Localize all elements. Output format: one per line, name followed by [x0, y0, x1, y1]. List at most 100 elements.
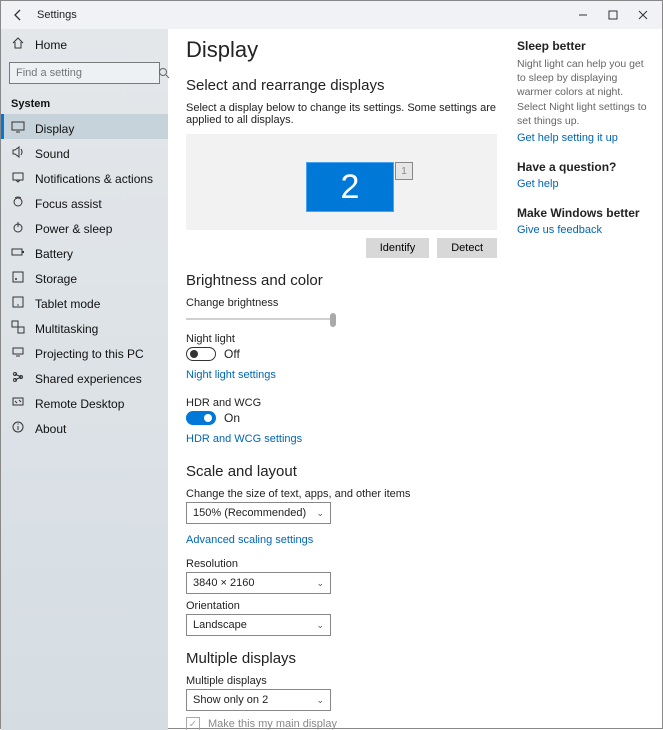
chevron-down-icon: ⌄	[316, 620, 324, 631]
minimize-button[interactable]	[568, 1, 598, 29]
sidebar-item-label: Storage	[35, 272, 77, 286]
brightness-slider[interactable]	[186, 311, 336, 327]
display-arrangement[interactable]: 2 1	[186, 134, 497, 230]
orientation-label: Orientation	[186, 600, 497, 612]
notif-icon	[11, 170, 25, 184]
titlebar: Settings	[1, 1, 662, 29]
sidebar-home[interactable]: Home	[1, 29, 168, 57]
sidebar-item-label: Power & sleep	[35, 222, 112, 236]
hdr-toggle[interactable]	[186, 411, 216, 425]
resolution-label: Resolution	[186, 558, 497, 570]
sidebar-item-label: Sound	[35, 147, 70, 161]
multiple-displays-heading: Multiple displays	[186, 650, 497, 667]
chevron-down-icon: ⌄	[316, 578, 324, 589]
sidebar-item-label: Multitasking	[35, 322, 98, 336]
multitask-icon	[11, 320, 25, 334]
sidebar: Home System Display Sound Notifications & …	[1, 29, 168, 730]
sleep-better-body: Night light can help you get to sleep by…	[517, 57, 654, 128]
sidebar-item-label: Notifications & actions	[35, 172, 153, 186]
sidebar-item-label: Shared experiences	[35, 372, 142, 386]
scale-label: Change the size of text, apps, and other…	[186, 488, 497, 500]
monitor-1[interactable]: 1	[395, 162, 413, 180]
nightlight-settings-link[interactable]: Night light settings	[186, 369, 276, 381]
sidebar-item-shared-experiences[interactable]: Shared experiences	[1, 364, 168, 389]
sidebar-category: System	[1, 92, 168, 114]
sidebar-item-sound[interactable]: Sound	[1, 139, 168, 164]
sidebar-item-label: Battery	[35, 247, 73, 261]
storage-icon	[11, 270, 25, 284]
battery-icon	[11, 245, 25, 259]
orientation-select[interactable]: Landscape ⌄	[186, 614, 331, 636]
about-icon	[11, 420, 25, 434]
hdr-label: HDR and WCG	[186, 397, 497, 409]
page-title: Display	[186, 37, 497, 63]
arrange-desc: Select a display below to change its set…	[186, 102, 497, 126]
sidebar-item-remote-desktop[interactable]: Remote Desktop	[1, 389, 168, 414]
sidebar-item-power-sleep[interactable]: Power & sleep	[1, 214, 168, 239]
project-icon	[11, 345, 25, 359]
windows-better-heading: Make Windows better	[517, 206, 654, 220]
arrange-heading: Select and rearrange displays	[186, 77, 497, 94]
sidebar-home-label: Home	[35, 38, 67, 52]
sidebar-item-focus-assist[interactable]: Focus assist	[1, 189, 168, 214]
aside-panel: Sleep better Night light can help you ge…	[517, 29, 662, 730]
power-icon	[11, 220, 25, 234]
focus-icon	[11, 195, 25, 209]
get-help-link[interactable]: Get help	[517, 178, 559, 190]
multiple-displays-select[interactable]: Show only on 2 ⌄	[186, 689, 331, 711]
sidebar-item-label: Display	[35, 122, 74, 136]
sidebar-item-multitasking[interactable]: Multitasking	[1, 314, 168, 339]
identify-button[interactable]: Identify	[366, 238, 429, 258]
sidebar-item-display[interactable]: Display	[1, 114, 168, 139]
display-icon	[11, 120, 25, 134]
sidebar-item-projecting-to-this-pc[interactable]: Projecting to this PC	[1, 339, 168, 364]
chevron-down-icon: ⌄	[316, 695, 324, 706]
sleep-better-heading: Sleep better	[517, 39, 654, 53]
scale-value: 150% (Recommended)	[193, 507, 306, 519]
main-display-label: Make this my main display	[208, 718, 337, 730]
hdr-state: On	[224, 411, 240, 425]
sidebar-item-battery[interactable]: Battery	[1, 239, 168, 264]
hdr-settings-link[interactable]: HDR and WCG settings	[186, 433, 302, 445]
orientation-value: Landscape	[193, 619, 247, 631]
scale-select[interactable]: 150% (Recommended) ⌄	[186, 502, 331, 524]
tablet-icon	[11, 295, 25, 309]
maximize-button[interactable]	[598, 1, 628, 29]
window-title: Settings	[37, 9, 77, 21]
main-content: Display Select and rearrange displays Se…	[168, 29, 517, 730]
nightlight-label: Night light	[186, 333, 497, 345]
close-button[interactable]	[628, 1, 658, 29]
remote-icon	[11, 395, 25, 409]
question-heading: Have a question?	[517, 160, 654, 174]
search-input[interactable]	[9, 62, 160, 84]
sidebar-item-tablet-mode[interactable]: Tablet mode	[1, 289, 168, 314]
brightness-heading: Brightness and color	[186, 272, 497, 289]
brightness-label: Change brightness	[186, 297, 497, 309]
sidebar-item-about[interactable]: About	[1, 414, 168, 439]
shared-icon	[11, 370, 25, 384]
sound-icon	[11, 145, 25, 159]
search-field[interactable]	[16, 67, 158, 79]
nightlight-toggle[interactable]	[186, 347, 216, 361]
sidebar-item-label: Projecting to this PC	[35, 347, 144, 361]
advanced-scaling-link[interactable]: Advanced scaling settings	[186, 534, 313, 546]
nightlight-state: Off	[224, 347, 240, 361]
slider-thumb[interactable]	[330, 313, 336, 327]
sidebar-item-label: About	[35, 422, 66, 436]
home-icon	[11, 36, 25, 50]
sidebar-item-label: Tablet mode	[35, 297, 100, 311]
multiple-displays-value: Show only on 2	[193, 694, 268, 706]
scale-heading: Scale and layout	[186, 463, 497, 480]
back-button[interactable]	[5, 8, 31, 22]
sidebar-item-storage[interactable]: Storage	[1, 264, 168, 289]
feedback-link[interactable]: Give us feedback	[517, 224, 602, 236]
sleep-better-link[interactable]: Get help setting it up	[517, 132, 618, 144]
chevron-down-icon: ⌄	[316, 508, 324, 519]
detect-button[interactable]: Detect	[437, 238, 497, 258]
multiple-displays-label: Multiple displays	[186, 675, 497, 687]
monitor-2[interactable]: 2	[306, 162, 394, 212]
resolution-select[interactable]: 3840 × 2160 ⌄	[186, 572, 331, 594]
checkbox-icon: ✓	[186, 717, 200, 730]
resolution-value: 3840 × 2160	[193, 577, 254, 589]
sidebar-item-notifications-actions[interactable]: Notifications & actions	[1, 164, 168, 189]
